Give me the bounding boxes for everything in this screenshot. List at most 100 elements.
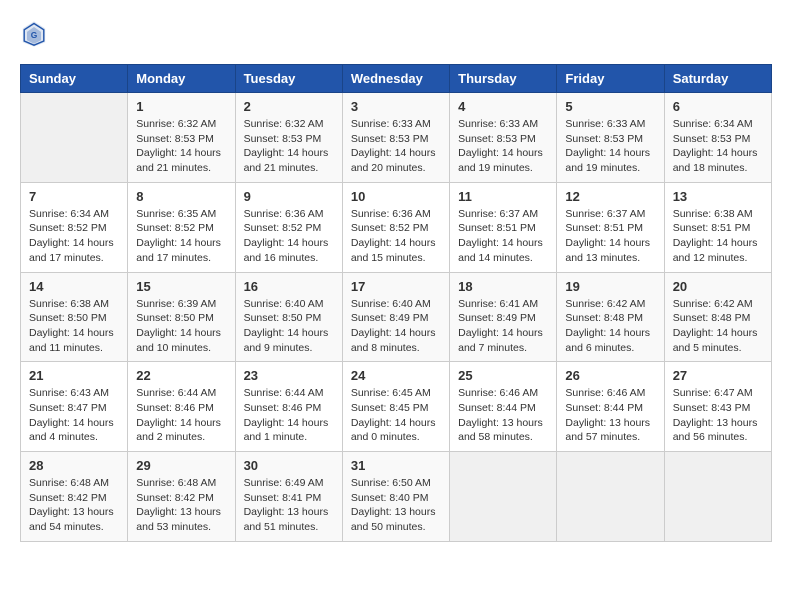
day-number: 9 (244, 189, 334, 204)
day-info: Sunrise: 6:50 AM Sunset: 8:40 PM Dayligh… (351, 476, 441, 535)
day-info: Sunrise: 6:38 AM Sunset: 8:50 PM Dayligh… (29, 297, 119, 356)
day-number: 18 (458, 279, 548, 294)
day-info: Sunrise: 6:40 AM Sunset: 8:50 PM Dayligh… (244, 297, 334, 356)
day-cell: 14 Sunrise: 6:38 AM Sunset: 8:50 PM Dayli… (21, 272, 128, 362)
logo: G (20, 20, 52, 48)
day-number: 12 (565, 189, 655, 204)
day-number: 31 (351, 458, 441, 473)
day-number: 27 (673, 368, 763, 383)
day-cell: 25 Sunrise: 6:46 AM Sunset: 8:44 PM Dayli… (450, 362, 557, 452)
svg-text:G: G (31, 30, 38, 40)
day-number: 16 (244, 279, 334, 294)
day-cell: 6 Sunrise: 6:34 AM Sunset: 8:53 PM Daylig… (664, 93, 771, 183)
day-cell: 2 Sunrise: 6:32 AM Sunset: 8:53 PM Daylig… (235, 93, 342, 183)
day-number: 28 (29, 458, 119, 473)
day-cell (21, 93, 128, 183)
day-number: 21 (29, 368, 119, 383)
day-info: Sunrise: 6:32 AM Sunset: 8:53 PM Dayligh… (136, 117, 226, 176)
day-info: Sunrise: 6:34 AM Sunset: 8:53 PM Dayligh… (673, 117, 763, 176)
calendar-table: SundayMondayTuesdayWednesdayThursdayFrid… (20, 64, 772, 542)
day-number: 25 (458, 368, 548, 383)
day-cell: 17 Sunrise: 6:40 AM Sunset: 8:49 PM Dayli… (342, 272, 449, 362)
header-cell-wednesday: Wednesday (342, 65, 449, 93)
day-info: Sunrise: 6:33 AM Sunset: 8:53 PM Dayligh… (458, 117, 548, 176)
day-number: 11 (458, 189, 548, 204)
day-info: Sunrise: 6:46 AM Sunset: 8:44 PM Dayligh… (458, 386, 548, 445)
day-cell: 1 Sunrise: 6:32 AM Sunset: 8:53 PM Daylig… (128, 93, 235, 183)
day-info: Sunrise: 6:34 AM Sunset: 8:52 PM Dayligh… (29, 207, 119, 266)
calendar-header: SundayMondayTuesdayWednesdayThursdayFrid… (21, 65, 772, 93)
header-row: SundayMondayTuesdayWednesdayThursdayFrid… (21, 65, 772, 93)
day-info: Sunrise: 6:42 AM Sunset: 8:48 PM Dayligh… (673, 297, 763, 356)
week-row-3: 14 Sunrise: 6:38 AM Sunset: 8:50 PM Dayli… (21, 272, 772, 362)
day-info: Sunrise: 6:42 AM Sunset: 8:48 PM Dayligh… (565, 297, 655, 356)
day-cell: 3 Sunrise: 6:33 AM Sunset: 8:53 PM Daylig… (342, 93, 449, 183)
day-cell: 31 Sunrise: 6:50 AM Sunset: 8:40 PM Dayli… (342, 452, 449, 542)
day-info: Sunrise: 6:37 AM Sunset: 8:51 PM Dayligh… (458, 207, 548, 266)
day-info: Sunrise: 6:33 AM Sunset: 8:53 PM Dayligh… (351, 117, 441, 176)
day-info: Sunrise: 6:35 AM Sunset: 8:52 PM Dayligh… (136, 207, 226, 266)
day-info: Sunrise: 6:39 AM Sunset: 8:50 PM Dayligh… (136, 297, 226, 356)
day-cell: 24 Sunrise: 6:45 AM Sunset: 8:45 PM Dayli… (342, 362, 449, 452)
day-number: 8 (136, 189, 226, 204)
day-info: Sunrise: 6:44 AM Sunset: 8:46 PM Dayligh… (136, 386, 226, 445)
day-info: Sunrise: 6:47 AM Sunset: 8:43 PM Dayligh… (673, 386, 763, 445)
day-cell: 9 Sunrise: 6:36 AM Sunset: 8:52 PM Daylig… (235, 182, 342, 272)
day-cell: 5Sunrise: 6:33 AM Sunset: 8:53 PM Daylig… (557, 93, 664, 183)
header-cell-thursday: Thursday (450, 65, 557, 93)
day-number: 20 (673, 279, 763, 294)
day-number: 22 (136, 368, 226, 383)
day-number: 5 (565, 99, 655, 114)
calendar-body: 1 Sunrise: 6:32 AM Sunset: 8:53 PM Daylig… (21, 93, 772, 542)
day-info: Sunrise: 6:49 AM Sunset: 8:41 PM Dayligh… (244, 476, 334, 535)
day-info: Sunrise: 6:40 AM Sunset: 8:49 PM Dayligh… (351, 297, 441, 356)
day-number: 4 (458, 99, 548, 114)
day-cell: 7 Sunrise: 6:34 AM Sunset: 8:52 PM Daylig… (21, 182, 128, 272)
header-cell-tuesday: Tuesday (235, 65, 342, 93)
day-cell: 27 Sunrise: 6:47 AM Sunset: 8:43 PM Dayli… (664, 362, 771, 452)
day-number: 3 (351, 99, 441, 114)
logo-icon: G (20, 20, 48, 48)
day-cell: 21 Sunrise: 6:43 AM Sunset: 8:47 PM Dayli… (21, 362, 128, 452)
day-cell: 23Sunrise: 6:44 AM Sunset: 8:46 PM Dayli… (235, 362, 342, 452)
day-cell (557, 452, 664, 542)
day-cell: 13Sunrise: 6:38 AM Sunset: 8:51 PM Dayli… (664, 182, 771, 272)
day-cell: 11 Sunrise: 6:37 AM Sunset: 8:51 PM Dayli… (450, 182, 557, 272)
day-cell: 28 Sunrise: 6:48 AM Sunset: 8:42 PM Dayli… (21, 452, 128, 542)
day-cell (664, 452, 771, 542)
day-cell: 20 Sunrise: 6:42 AM Sunset: 8:48 PM Dayli… (664, 272, 771, 362)
day-info: Sunrise: 6:48 AM Sunset: 8:42 PM Dayligh… (29, 476, 119, 535)
day-cell: 4 Sunrise: 6:33 AM Sunset: 8:53 PM Daylig… (450, 93, 557, 183)
day-cell: 18 Sunrise: 6:41 AM Sunset: 8:49 PM Dayli… (450, 272, 557, 362)
day-number: 30 (244, 458, 334, 473)
header-cell-sunday: Sunday (21, 65, 128, 93)
day-number: 19 (565, 279, 655, 294)
day-number: 1 (136, 99, 226, 114)
day-cell: 12Sunrise: 6:37 AM Sunset: 8:51 PM Dayli… (557, 182, 664, 272)
day-cell (450, 452, 557, 542)
page-header: G (20, 20, 772, 48)
day-number: 2 (244, 99, 334, 114)
header-cell-saturday: Saturday (664, 65, 771, 93)
day-number: 7 (29, 189, 119, 204)
day-number: 24 (351, 368, 441, 383)
day-number: 17 (351, 279, 441, 294)
day-info: Sunrise: 6:44 AM Sunset: 8:46 PM Dayligh… (244, 386, 334, 445)
day-cell: 26Sunrise: 6:46 AM Sunset: 8:44 PM Dayli… (557, 362, 664, 452)
day-cell: 19 Sunrise: 6:42 AM Sunset: 8:48 PM Dayli… (557, 272, 664, 362)
day-number: 26 (565, 368, 655, 383)
day-number: 6 (673, 99, 763, 114)
day-info: Sunrise: 6:45 AM Sunset: 8:45 PM Dayligh… (351, 386, 441, 445)
day-number: 10 (351, 189, 441, 204)
day-info: Sunrise: 6:43 AM Sunset: 8:47 PM Dayligh… (29, 386, 119, 445)
day-cell: 30 Sunrise: 6:49 AM Sunset: 8:41 PM Dayli… (235, 452, 342, 542)
day-cell: 15Sunrise: 6:39 AM Sunset: 8:50 PM Dayli… (128, 272, 235, 362)
day-cell: 10Sunrise: 6:36 AM Sunset: 8:52 PM Dayli… (342, 182, 449, 272)
header-cell-friday: Friday (557, 65, 664, 93)
day-info: Sunrise: 6:32 AM Sunset: 8:53 PM Dayligh… (244, 117, 334, 176)
day-cell: 8 Sunrise: 6:35 AM Sunset: 8:52 PM Daylig… (128, 182, 235, 272)
header-cell-monday: Monday (128, 65, 235, 93)
day-number: 14 (29, 279, 119, 294)
day-info: Sunrise: 6:36 AM Sunset: 8:52 PM Dayligh… (244, 207, 334, 266)
day-info: Sunrise: 6:41 AM Sunset: 8:49 PM Dayligh… (458, 297, 548, 356)
